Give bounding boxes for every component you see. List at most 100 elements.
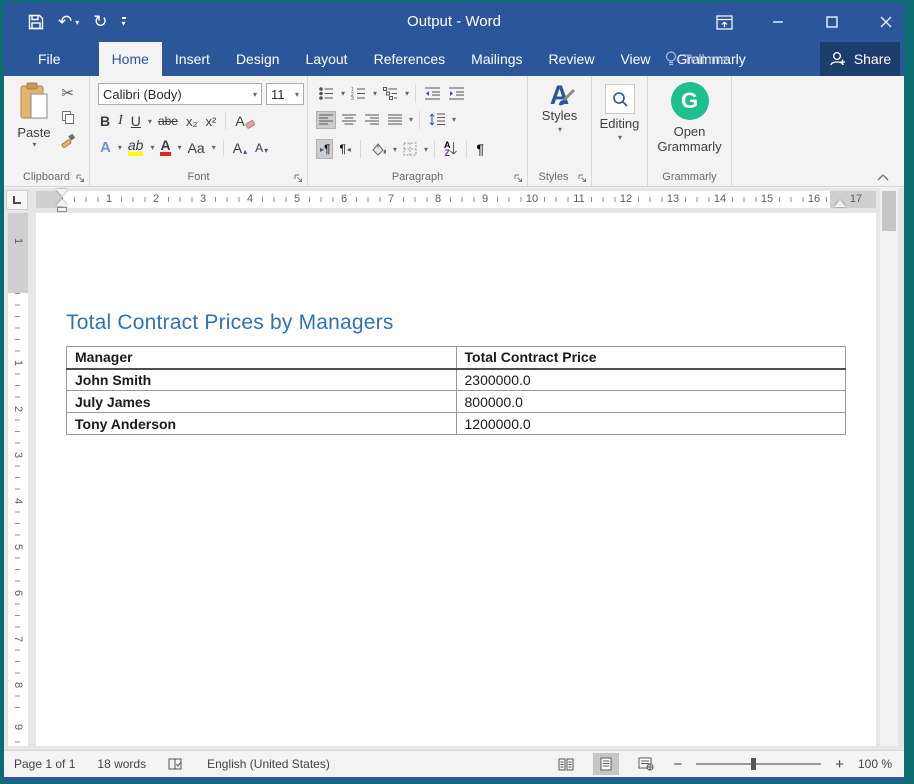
open-grammarly-button[interactable]: G Open Grammarly — [648, 76, 731, 154]
multilevel-caret[interactable]: ▾ — [405, 89, 409, 98]
paste-dropdown-caret[interactable]: ▾ — [13, 140, 56, 149]
font-dialog-launcher[interactable] — [294, 174, 303, 183]
underline-caret[interactable]: ▾ — [148, 117, 152, 126]
styles-button[interactable]: A Styles ▾ — [528, 76, 591, 134]
close-button[interactable] — [876, 12, 896, 32]
ltr-direction-button[interactable]: ▸¶ — [316, 139, 333, 159]
cut-button[interactable]: ✂ — [61, 84, 74, 102]
tab-home[interactable]: Home — [99, 42, 162, 76]
change-case-caret[interactable]: ▾ — [212, 143, 216, 152]
bullets-button[interactable] — [316, 84, 337, 103]
copy-button[interactable] — [62, 111, 74, 124]
highlight-caret[interactable]: ▾ — [150, 143, 154, 152]
bold-button[interactable]: B — [98, 112, 112, 130]
grow-font-button[interactable]: A▴ — [231, 139, 249, 157]
vertical-scrollbar[interactable] — [880, 188, 898, 746]
page-count[interactable]: Page 1 of 1 — [14, 757, 75, 771]
document-page[interactable]: Total Contract Prices by Managers Manage… — [36, 213, 876, 746]
change-case-button[interactable]: Aa — [186, 139, 207, 157]
print-layout-button[interactable] — [593, 753, 619, 775]
right-indent-marker[interactable] — [834, 200, 846, 207]
italic-button[interactable]: I — [116, 112, 125, 130]
font-name-combobox[interactable]: Calibri (Body) ▾ — [98, 83, 262, 105]
left-indent-marker[interactable] — [57, 207, 67, 212]
superscript-button[interactable]: x² — [204, 113, 219, 130]
collapse-ribbon-button[interactable] — [876, 172, 890, 182]
align-left-button[interactable] — [316, 111, 336, 129]
bullets-caret[interactable]: ▾ — [341, 89, 345, 98]
share-button[interactable]: Share — [820, 42, 900, 76]
word-count[interactable]: 18 words — [97, 757, 146, 771]
line-spacing-button[interactable] — [426, 110, 448, 129]
show-hide-pilcrow-button[interactable]: ¶ — [473, 138, 487, 160]
borders-caret[interactable]: ▾ — [424, 145, 428, 154]
zoom-slider[interactable] — [696, 763, 821, 765]
paste-button[interactable]: Paste ▾ — [12, 82, 56, 166]
shading-button[interactable] — [367, 139, 389, 159]
maximize-button[interactable] — [822, 12, 842, 32]
strikethrough-button[interactable]: abe — [156, 113, 180, 129]
editing-caret[interactable]: ▾ — [593, 133, 647, 142]
tab-stop-selector[interactable] — [6, 190, 28, 210]
ribbon-display-options-button[interactable] — [714, 12, 734, 32]
styles-dialog-launcher[interactable] — [578, 174, 587, 183]
sort-button[interactable]: AZ — [441, 138, 461, 160]
shrink-font-button[interactable]: A▾ — [253, 140, 270, 156]
font-size-combobox[interactable]: 11 ▾ — [266, 83, 304, 105]
increase-indent-button[interactable] — [446, 84, 467, 103]
numbering-button[interactable]: 123 — [348, 84, 369, 103]
vertical-ruler[interactable]: 1 1 2 3 4 5 6 7 8 9 — [8, 213, 28, 746]
proofing-icon[interactable] — [168, 757, 185, 771]
minimize-button[interactable] — [768, 12, 788, 32]
align-center-button[interactable] — [339, 111, 359, 129]
first-line-indent-marker[interactable] — [56, 189, 68, 196]
horizontal-ruler[interactable]: 1 2 3 4 5 6 7 8 9 10 11 12 13 14 15 16 1… — [36, 191, 876, 208]
tab-view[interactable]: View — [607, 42, 663, 76]
language-indicator[interactable]: English (United States) — [207, 757, 330, 771]
zoom-in-button[interactable]: + — [835, 756, 844, 773]
search-icon — [611, 90, 629, 108]
decrease-indent-button[interactable] — [422, 84, 443, 103]
zoom-slider-thumb[interactable] — [751, 758, 756, 770]
text-effects-button[interactable]: A — [98, 138, 113, 157]
web-layout-button[interactable] — [633, 753, 659, 775]
tab-design[interactable]: Design — [223, 42, 293, 76]
text-effects-caret[interactable]: ▾ — [118, 143, 122, 152]
styles-caret[interactable]: ▾ — [529, 125, 591, 134]
clear-formatting-button[interactable]: A — [233, 112, 256, 130]
tab-insert[interactable]: Insert — [162, 42, 223, 76]
clipboard-dialog-launcher[interactable] — [76, 174, 85, 183]
highlight-button[interactable]: ab — [126, 138, 146, 157]
paste-label: Paste — [12, 125, 56, 140]
zoom-out-button[interactable]: − — [673, 756, 682, 773]
multilevel-list-button[interactable] — [380, 84, 401, 103]
hanging-indent-marker[interactable] — [56, 199, 68, 206]
font-color-button[interactable]: A — [158, 138, 172, 157]
paragraph-dialog-launcher[interactable] — [514, 174, 523, 183]
tab-layout[interactable]: Layout — [293, 42, 361, 76]
font-color-caret[interactable]: ▾ — [178, 143, 182, 152]
zoom-level[interactable]: 100 % — [858, 757, 892, 771]
table-header-cell: Manager — [67, 347, 457, 369]
rtl-direction-button[interactable]: ¶◂ — [336, 139, 353, 159]
align-right-button[interactable] — [362, 111, 382, 129]
justify-button[interactable] — [385, 111, 405, 129]
borders-button[interactable] — [400, 139, 420, 159]
scrollbar-thumb[interactable] — [882, 191, 896, 231]
titlebar[interactable]: ↶▾ ↻ ▾ Output - Word — [4, 2, 904, 42]
format-painter-button[interactable] — [60, 133, 75, 148]
editing-button[interactable]: Editing ▾ — [592, 76, 647, 142]
line-spacing-caret[interactable]: ▾ — [452, 115, 456, 124]
tab-file[interactable]: File — [22, 42, 77, 76]
tab-review[interactable]: Review — [536, 42, 608, 76]
numbering-caret[interactable]: ▾ — [373, 89, 377, 98]
shading-caret[interactable]: ▾ — [393, 145, 397, 154]
underline-button[interactable]: U — [129, 112, 143, 130]
tell-me-box[interactable]: Tell me — [665, 42, 728, 76]
subscript-button[interactable]: x₂ — [184, 113, 200, 130]
share-person-icon — [829, 51, 847, 67]
tab-mailings[interactable]: Mailings — [458, 42, 535, 76]
justify-caret[interactable]: ▾ — [409, 115, 413, 124]
read-mode-button[interactable] — [553, 753, 579, 775]
tab-references[interactable]: References — [361, 42, 459, 76]
